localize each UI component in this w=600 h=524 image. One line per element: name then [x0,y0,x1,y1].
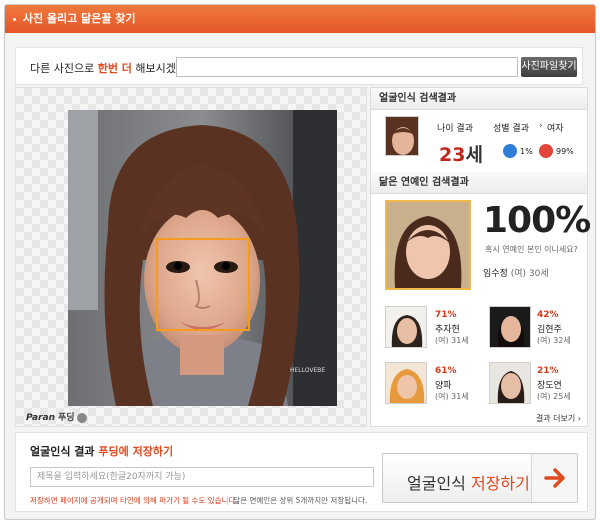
title-bar: 사진 올리고 닮은꼴 찾기 [5,5,595,33]
gender-label: 성별 결과 [493,124,529,134]
candidate-name[interactable]: 김현주 [537,322,562,335]
candidate-pct: 71% [435,310,457,320]
search-row: 다른 사진으로 한번 더 해보시겠어요? 사진파일찾기 [15,47,583,85]
candidate-sub: (여) 32세 [537,336,571,345]
find-photo-file-button[interactable]: 사진파일찾기 [521,57,577,77]
candidate-photo[interactable] [489,362,531,404]
face-detection-box [156,238,250,331]
gender-result: 여자 [547,124,564,134]
pudding-icon [76,412,87,423]
age-value: 23세 [439,144,483,166]
face-result-header: 얼굴인식 검색결과 [371,88,587,110]
more-results-link[interactable]: 결과 더보기 › [536,413,581,424]
save-title: 얼굴인식 결과 푸딩에 저장하기 [30,445,174,458]
male-icon [503,144,517,158]
candidate-sub: (여) 31세 [435,336,469,345]
candidate-name[interactable]: 추자현 [435,322,460,335]
bullet-icon [13,17,16,21]
save-section: 얼굴인식 결과 푸딩에 저장하기 저장하면 페이지에 공개되며 타인에 의해 퍼… [15,432,588,512]
gender-result-sep: › [539,121,543,131]
app-window: 사진 올리고 닮은꼴 찾기 다른 사진으로 한번 더 해보시겠어요? 사진파일찾… [4,4,596,520]
candidate-name[interactable]: 양파 [435,378,452,391]
top-match-pct: 100% [483,200,591,241]
chevron-right-icon: › [577,414,581,423]
retry-highlight: 한번 더 [97,62,132,75]
save-limit-note: | 닮은 연예인은 상위 5개까지만 저장됩니다. [226,496,368,505]
page-title: 사진 올리고 닮은꼴 찾기 [22,12,136,25]
candidate-pct: 21% [537,366,559,376]
top-match-name: 임수정 (여) 30세 [483,269,549,279]
candidate-pct: 42% [537,310,559,320]
celeb-result-header: 닮은 연예인 검색결과 [371,172,587,194]
male-pct: 1% [520,147,533,156]
candidate-name[interactable]: 장도연 [537,378,562,391]
photo-watermark: HELLOVEBE [290,367,325,374]
female-icon [539,144,553,158]
uploaded-photo: HELLOVEBE [68,110,337,406]
age-label: 나이 결과 [437,124,473,134]
candidate-sub: (여) 25세 [537,392,571,401]
top-match-question: 혹시 연예인 본인 이니세요? [485,245,578,254]
female-pct: 99% [556,147,574,156]
brand-logo: Paran 푸딩 [26,410,87,423]
top-match-photo[interactable] [385,200,471,290]
arrow-right-icon [531,454,577,502]
candidate-sub: (여) 31세 [435,392,469,401]
candidate-photo[interactable] [385,306,427,348]
save-result-button[interactable]: 얼굴인식 저장하기 [382,453,578,503]
public-warning-note: 저장하면 페이지에 공개되며 타인에 의해 퍼가기 될 수도 있습니다 [30,496,236,505]
candidate-pct: 61% [435,366,457,376]
face-crop-thumb [385,116,419,156]
candidate-photo[interactable] [489,306,531,348]
result-panel: 얼굴인식 검색결과 나이 결과 23세 성별 결과 › 여자 1% 99% 닮은… [370,87,591,427]
photo-panel: HELLOVEBE Paran 푸딩 [15,87,367,427]
post-title-input[interactable] [30,467,374,487]
candidate-photo[interactable] [385,362,427,404]
photo-path-input[interactable] [176,57,518,77]
